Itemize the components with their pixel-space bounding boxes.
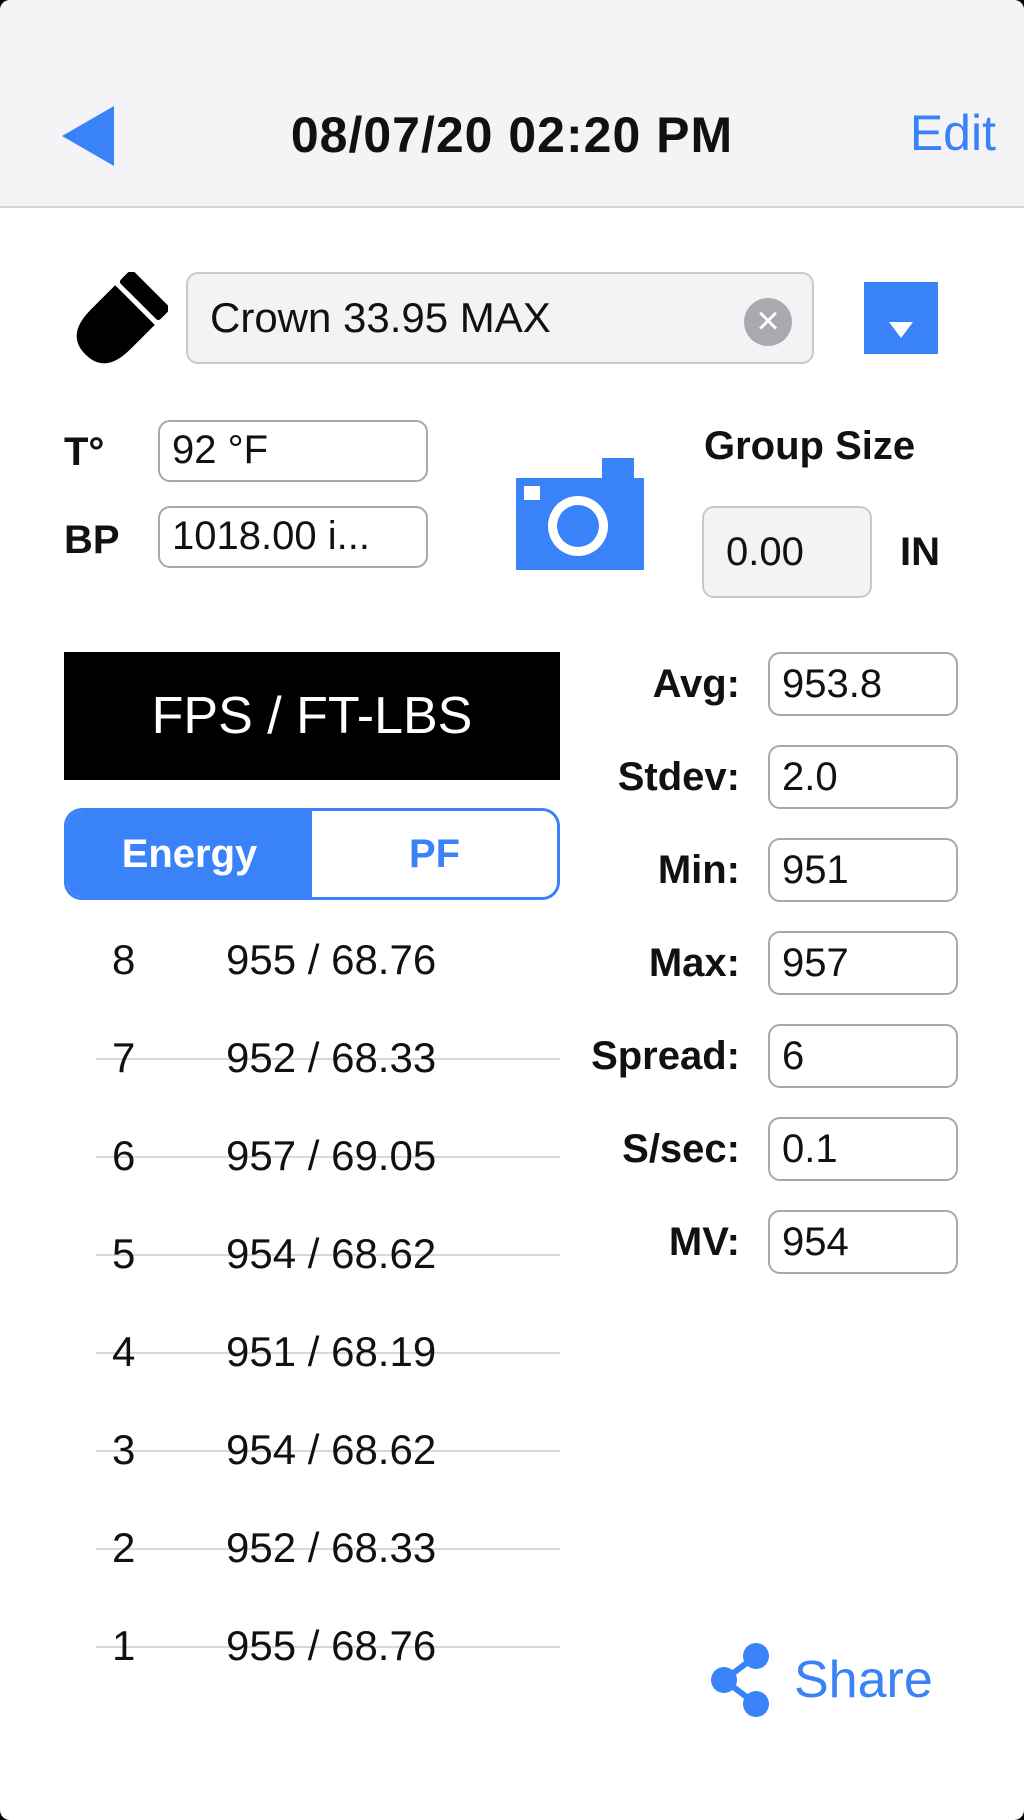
mode-segmented-control: Energy PF [64, 808, 560, 900]
load-name-field[interactable]: Crown 33.95 MAX × [186, 272, 814, 364]
stat-value[interactable]: 2.0 [768, 745, 958, 809]
stat-label: Spread: [591, 1034, 740, 1078]
shot-number: 8 [112, 936, 136, 983]
stat-label: Max: [648, 941, 740, 985]
load-name-text: Crown 33.95 MAX [210, 294, 551, 341]
shot-row[interactable]: 1 955 / 68.76 [96, 1622, 560, 1744]
shot-number: 5 [112, 1230, 136, 1277]
stat-value[interactable]: 954 [768, 1210, 958, 1274]
temperature-label: T° [64, 430, 105, 474]
stat-avg: Avg: 953.8 [560, 652, 980, 745]
stats-panel: Avg: 953.8 Stdev: 2.0 Min: 951 Max: 957 … [560, 652, 980, 1303]
app-screen: 08/07/20 02:20 PM Edit Crown 33.95 MAX ×… [0, 0, 1024, 1820]
shot-value: 954 / 68.62 [226, 1426, 437, 1473]
segment-energy[interactable]: Energy [67, 811, 312, 897]
stat-spread: Spread: 6 [560, 1024, 980, 1117]
stat-max: Max: 957 [560, 931, 980, 1024]
stat-label: Avg: [652, 662, 740, 706]
stat-stdev: Stdev: 2.0 [560, 745, 980, 838]
shot-number: 6 [112, 1132, 136, 1179]
group-size-field[interactable]: 0.00 [702, 506, 872, 598]
shot-number: 3 [112, 1426, 136, 1473]
stat-value[interactable]: 957 [768, 931, 958, 995]
share-label: Share [794, 1651, 933, 1709]
shot-value: 954 / 68.62 [226, 1230, 437, 1277]
shot-number: 2 [112, 1524, 136, 1571]
edit-button[interactable]: Edit [910, 104, 996, 162]
share-icon [711, 1643, 769, 1717]
segment-pf[interactable]: PF [312, 811, 557, 897]
stat-label: MV: [668, 1220, 740, 1264]
dropdown-icon [889, 322, 913, 338]
clear-icon[interactable]: × [744, 298, 792, 346]
stat-ssec: S/sec: 0.1 [560, 1117, 980, 1210]
back-triangle-icon [62, 106, 114, 166]
stat-label: Stdev: [617, 755, 740, 799]
group-size-unit: IN [900, 530, 940, 574]
group-size-label: Group Size [704, 424, 916, 468]
shot-number: 7 [112, 1034, 136, 1081]
navigation-bar: 08/07/20 02:20 PM Edit [0, 0, 1024, 208]
shot-list: 8 955 / 68.76 7 952 / 68.33 6 957 / 69.0… [96, 936, 560, 1744]
temperature-field[interactable]: 92 °F [158, 420, 428, 482]
pressure-field[interactable]: 1018.00 i... [158, 506, 428, 568]
load-dropdown-button[interactable] [864, 282, 938, 354]
stat-value[interactable]: 951 [768, 838, 958, 902]
stat-value[interactable]: 953.8 [768, 652, 958, 716]
stat-label: Min: [657, 848, 740, 892]
share-button[interactable]: Share [710, 1642, 970, 1722]
stat-min: Min: 951 [560, 838, 980, 931]
units-header: FPS / FT-LBS [64, 652, 560, 780]
shot-value: 955 / 68.76 [226, 936, 437, 983]
stat-mv: MV: 954 [560, 1210, 980, 1303]
shot-value: 952 / 68.33 [226, 1524, 437, 1571]
back-button[interactable] [60, 104, 120, 168]
shot-value: 951 / 68.19 [226, 1328, 437, 1375]
shot-value: 952 / 68.33 [226, 1034, 437, 1081]
pressure-label: BP [64, 518, 120, 562]
camera-icon[interactable] [516, 458, 644, 570]
stat-value[interactable]: 0.1 [768, 1117, 958, 1181]
shot-value: 955 / 68.76 [226, 1622, 437, 1669]
stat-value[interactable]: 6 [768, 1024, 958, 1088]
bullet-icon [76, 272, 168, 364]
stat-label: S/sec: [622, 1127, 740, 1171]
page-title: 08/07/20 02:20 PM [290, 107, 734, 163]
shot-number: 4 [112, 1328, 136, 1375]
shot-number: 1 [112, 1622, 136, 1669]
shot-value: 957 / 69.05 [226, 1132, 437, 1179]
